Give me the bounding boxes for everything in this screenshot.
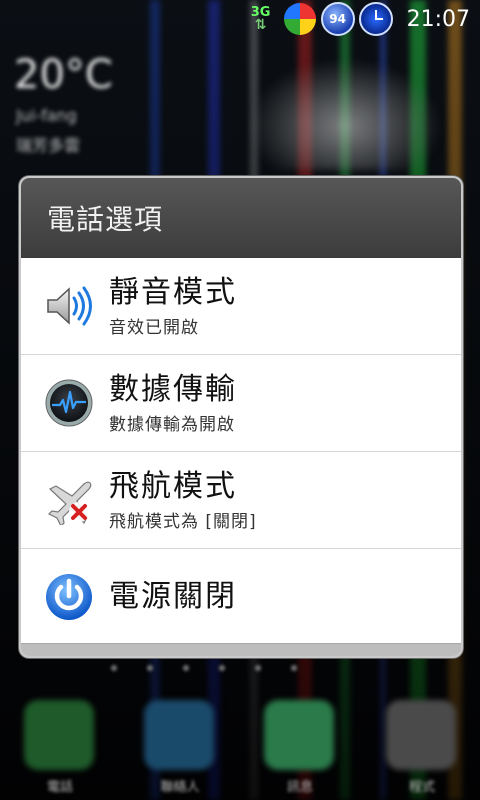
option-title: 飛航模式 (109, 468, 237, 504)
data-transfer-icon (43, 377, 95, 429)
weather-city: Jui-fang (16, 106, 77, 125)
weather-description: 瑞芳多雲 (16, 136, 81, 155)
weather-temperature: 20°C (14, 52, 113, 98)
dock-label-messages: 訊息 (286, 780, 313, 795)
airplane-off-icon (43, 474, 95, 526)
option-data-transfer[interactable]: 數據傳輸 數據傳輸為開啟 (21, 355, 461, 452)
notification-badge: 94 (320, 2, 355, 36)
option-subtitle: 音效已開啟 (109, 317, 199, 338)
status-bar: 3G ⇅ 94 21:07 (0, 0, 480, 38)
speaker-icon (43, 280, 95, 332)
options-list: 靜音模式 音效已開啟 數據傳輸 數據傳輸為開啟 飛航模式 飛航模式為 [關閉] … (21, 258, 461, 645)
network-3g-icon: 3G ⇅ (243, 2, 279, 36)
apps-drawer-icon[interactable] (386, 700, 456, 770)
weather-cloud-icon (250, 60, 440, 170)
phone-app-icon[interactable] (24, 700, 94, 770)
contacts-app-icon[interactable] (144, 700, 214, 770)
notification-badge-icon: 94 (320, 2, 355, 36)
dialog-footer (21, 643, 461, 656)
dock-label-apps: 程式 (408, 780, 435, 795)
alarm-clock-icon (358, 2, 393, 36)
dock-label-phone: 電話 (46, 780, 73, 795)
page-indicator (96, 656, 386, 671)
option-silent-mode[interactable]: 靜音模式 音效已開啟 (21, 258, 461, 355)
power-icon (43, 571, 95, 623)
data-activity-arrows-icon: ⇅ (254, 17, 267, 33)
option-subtitle: 數據傳輸為開啟 (109, 414, 235, 435)
dialog-title: 電話選項 (21, 178, 461, 258)
phone-options-dialog: 電話選項 靜音模式 音效已開啟 數據傳輸 數據傳輸為開啟 飛航模式 飛航模式為 … (19, 176, 463, 658)
option-airplane-mode[interactable]: 飛航模式 飛航模式為 [關閉] (21, 452, 461, 549)
pinwheel-app-icon (283, 2, 317, 36)
status-time: 21:07 (406, 6, 470, 32)
option-power-off[interactable]: 電源關閉 (21, 549, 461, 645)
option-title: 數據傳輸 (109, 371, 237, 407)
option-title: 靜音模式 (109, 274, 237, 310)
option-subtitle: 飛航模式為 [關閉] (109, 511, 257, 532)
option-title: 電源關閉 (109, 579, 237, 614)
messages-app-icon[interactable] (264, 700, 334, 770)
dock-label-contacts: 聯絡人 (160, 780, 200, 795)
